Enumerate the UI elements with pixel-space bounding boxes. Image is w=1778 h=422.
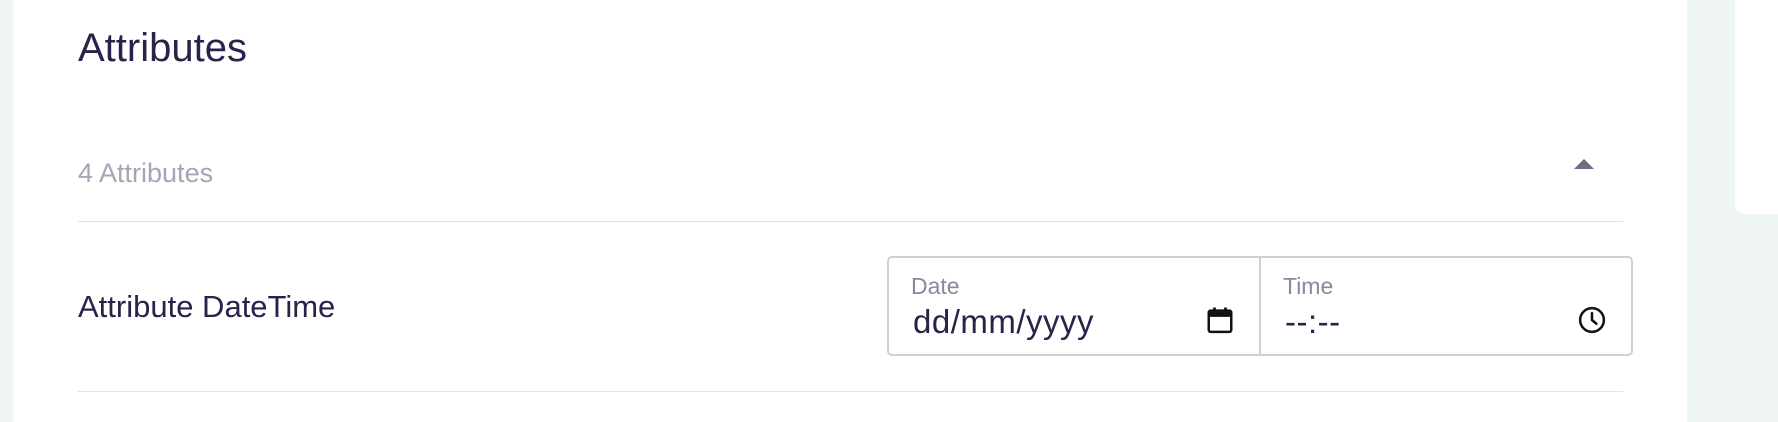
time-field-label: Time [1283,273,1334,299]
clock-icon[interactable] [1577,305,1607,335]
datetime-input-group: Date dd/mm/yyyy Time --:-- [887,256,1633,356]
side-panel [1735,0,1778,214]
attribute-label: Attribute DateTime [78,289,336,324]
time-field[interactable]: Time --:-- [1259,258,1631,354]
page: Attributes 4 Attributes Attribute DateTi… [0,0,1778,422]
date-input[interactable]: dd/mm/yyyy [913,302,1094,342]
date-field-label: Date [911,273,960,299]
time-input[interactable]: --:-- [1285,302,1341,342]
attributes-card: Attributes 4 Attributes Attribute DateTi… [13,0,1687,422]
section-title: Attributes [78,26,247,70]
caret-up-icon[interactable] [1574,159,1594,169]
calendar-icon[interactable] [1205,305,1235,335]
date-field[interactable]: Date dd/mm/yyyy [889,258,1259,354]
attributes-accordion-header[interactable]: 4 Attributes [78,145,1623,222]
attribute-row-datetime: Attribute DateTime Date dd/mm/yyyy Time … [78,222,1633,392]
attributes-count: 4 Attributes [78,158,214,188]
